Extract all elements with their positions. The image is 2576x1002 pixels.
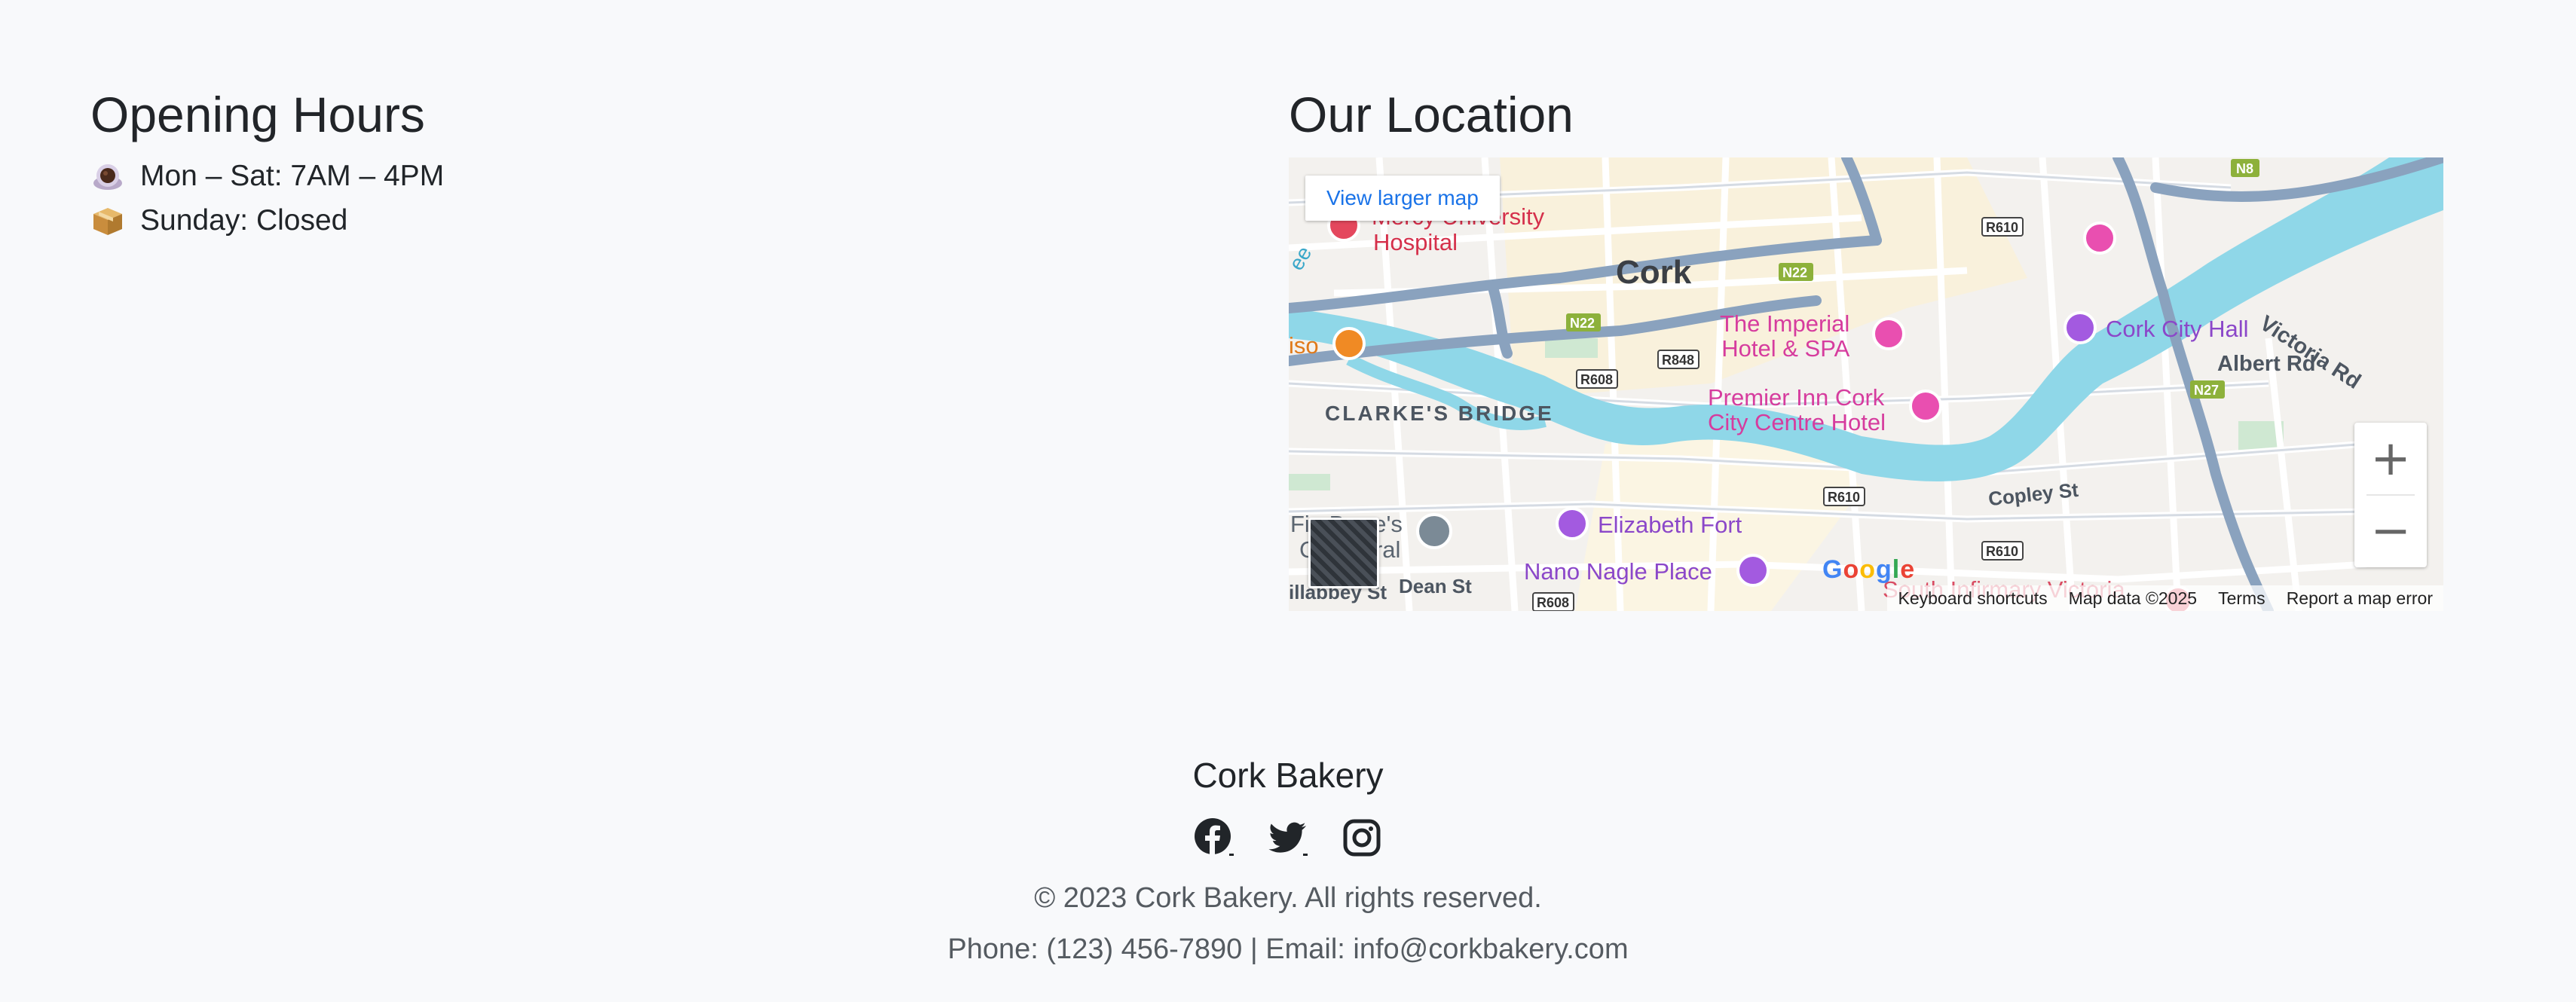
svg-text:R610: R610 [1986,220,2018,235]
facebook-icon[interactable] [1193,817,1235,859]
hours-list: Mon – Sat: 7AM – 4PM Sunday: Closed [90,154,1221,243]
social-links [0,817,2576,859]
embedded-map[interactable]: N8 N22 N22 N27 R610 R608 R848 R610 R610 … [1289,157,2443,611]
view-larger-map-link[interactable]: View larger map [1305,176,1500,221]
map-label-city-hall: Cork City Hall [2106,316,2249,342]
satellite-toggle-button[interactable] [1308,518,1379,588]
hours-item-sunday-text: Sunday: Closed [140,204,348,237]
site-footer: Cork Bakery © 2023 Cork Bakery. All righ… [0,746,2576,975]
instagram-icon[interactable] [1341,817,1383,859]
map-label-so: iso [1289,332,1319,359]
page: Opening Hours Mon – Sat: 7AM – 4PM Sunda… [0,0,2576,1002]
opening-hours-section: Opening Hours Mon – Sat: 7AM – 4PM Sunda… [90,81,1221,243]
svg-text:R608: R608 [1537,595,1569,610]
svg-text:N8: N8 [2236,161,2253,176]
location-section: Our Location N8 N22 N22 N27 R610 R608 R8… [1289,81,2443,611]
opening-hours-title: Opening Hours [90,87,425,142]
map-label-premier: Premier Inn Cork City Centre Hotel [1708,384,1886,435]
hours-item-weekday-text: Mon – Sat: 7AM – 4PM [140,160,445,192]
svg-text:R610: R610 [1828,490,1860,505]
svg-text:N27: N27 [2194,383,2219,398]
google-logo: Google [1822,555,1916,584]
contact-info: Phone: (123) 456-7890 | Email: info@cork… [947,933,1629,965]
map-label-dean-st: Dean St [1399,575,1472,597]
box-icon [93,207,122,235]
map-label-imperial: The Imperial Hotel & SPA [1720,310,1850,362]
map-label-clarkes-bridge: CLARKE'S BRIDGE [1325,402,1554,425]
hours-item-weekday: Mon – Sat: 7AM – 4PM [90,154,1221,198]
report-error-link[interactable]: Report a map error [2287,588,2433,609]
svg-text:N22: N22 [1782,265,1807,280]
svg-text:R848: R848 [1662,353,1694,368]
zoom-control: + − [2354,423,2427,567]
location-title: Our Location [1289,87,1574,142]
zoom-out-button[interactable]: − [2354,495,2427,567]
terms-link[interactable]: Terms [2218,588,2265,609]
copyright-text: © 2023 Cork Bakery. All rights reserved. [1034,882,1542,914]
svg-text:N22: N22 [1570,316,1595,331]
zoom-in-button[interactable]: + [2354,423,2427,495]
map-attribution-bar: Keyboard shortcuts Map data ©2025 Terms … [1887,585,2443,611]
map-data-text: Map data ©2025 [2068,588,2198,608]
hours-item-sunday: Sunday: Closed [90,198,1221,243]
svg-text:R610: R610 [1986,544,2018,559]
coffee-icon [93,163,122,190]
svg-text:R608: R608 [1580,372,1613,387]
footer-brand: Cork Bakery [1192,756,1384,795]
map-label-nano-nagle: Nano Nagle Place [1524,558,1712,585]
keyboard-shortcuts-link[interactable]: Keyboard shortcuts [1898,588,2047,609]
twitter-icon[interactable] [1267,817,1309,859]
map-label-city: Cork [1616,254,1692,291]
map-label-elizabeth-fort: Elizabeth Fort [1598,512,1742,538]
